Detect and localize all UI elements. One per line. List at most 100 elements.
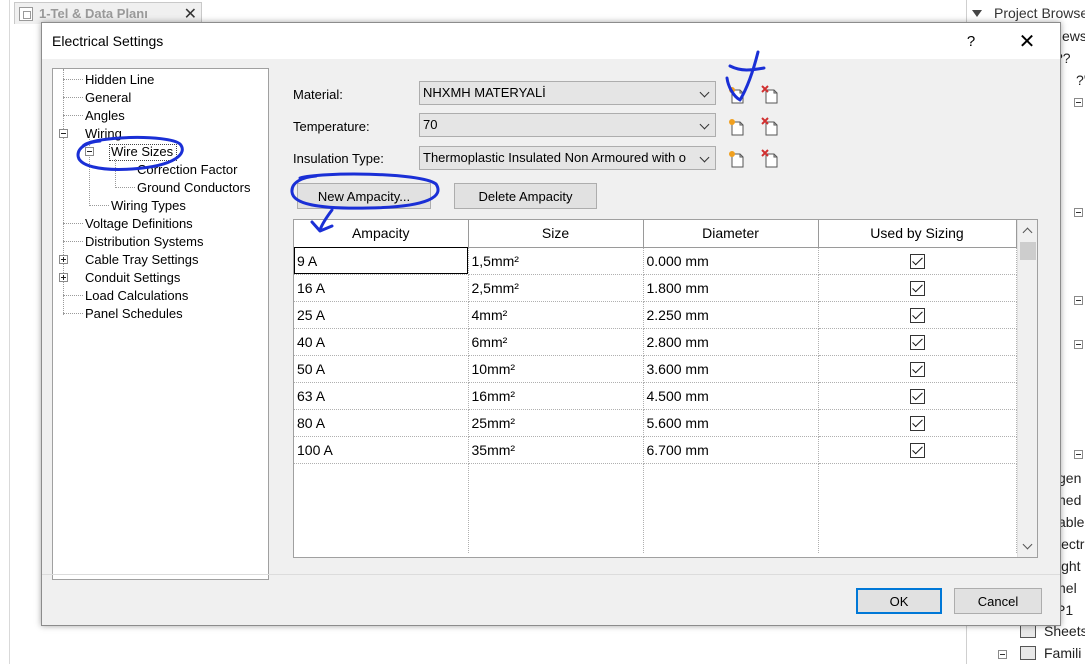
collapse-icon[interactable] xyxy=(998,650,1007,659)
material-select[interactable]: NHXMH MATERYALİ xyxy=(419,81,716,105)
ampacity-cell[interactable]: 100 A xyxy=(294,436,469,464)
size-cell[interactable]: 10mm² xyxy=(468,355,644,383)
cancel-button[interactable]: Cancel xyxy=(954,588,1042,614)
new-material-button[interactable] xyxy=(725,83,749,107)
used-by-sizing-checkbox[interactable] xyxy=(909,415,925,431)
collapse-icon[interactable] xyxy=(1074,98,1083,107)
diameter-cell[interactable]: 2.250 mm xyxy=(643,301,819,329)
tree-item-general[interactable]: General xyxy=(85,90,131,105)
collapse-icon[interactable] xyxy=(1074,208,1083,217)
wiring-collapse-icon[interactable] xyxy=(59,129,68,138)
tree-connector xyxy=(115,159,116,188)
tree-item-hidden-line[interactable]: Hidden Line xyxy=(85,72,154,87)
diameter-cell[interactable]: 5.600 mm xyxy=(643,409,819,437)
size-cell[interactable]: 2,5mm² xyxy=(468,274,644,302)
tree-item-load-calculations[interactable]: Load Calculations xyxy=(85,288,188,303)
browser-tree-fragment[interactable]: ?' xyxy=(1076,72,1085,88)
dialog-close-button[interactable]: ✕ xyxy=(1012,28,1042,54)
view-tab[interactable]: 1-Tel & Data Planı ✕ xyxy=(14,2,202,24)
chevron-down-icon xyxy=(699,87,710,98)
ampacity-cell[interactable]: 40 A xyxy=(294,328,469,356)
tree-item-wire-sizes[interactable]: Wire Sizes xyxy=(111,144,173,159)
diameter-cell[interactable]: 3.600 mm xyxy=(643,355,819,383)
column-header-used-by-sizing[interactable]: Used by Sizing xyxy=(818,220,1017,248)
browser-tree-fragment[interactable]: ews xyxy=(1062,28,1085,44)
tree-item-ground-conductors[interactable]: Ground Conductors xyxy=(137,180,250,195)
used-by-sizing-checkbox[interactable] xyxy=(909,388,925,404)
tree-item-conduit-settings[interactable]: Conduit Settings xyxy=(85,270,180,285)
collapse-icon[interactable] xyxy=(1074,296,1083,305)
tree-item-voltage-definitions[interactable]: Voltage Definitions xyxy=(85,216,193,231)
delete-ampacity-button[interactable]: Delete Ampacity xyxy=(454,183,597,209)
ampacity-cell[interactable]: 63 A xyxy=(294,382,469,410)
tree-item-distribution-systems[interactable]: Distribution Systems xyxy=(85,234,203,249)
diameter-cell[interactable]: 1.800 mm xyxy=(643,274,819,302)
size-cell[interactable]: 4mm² xyxy=(468,301,644,329)
ampacity-cell[interactable]: 50 A xyxy=(294,355,469,383)
scroll-down-icon[interactable] xyxy=(1022,539,1033,550)
new-item-icon xyxy=(729,151,744,168)
new-ampacity-button[interactable]: New Ampacity... xyxy=(297,183,431,209)
collapse-icon[interactable] xyxy=(1074,340,1083,349)
ok-button[interactable]: OK xyxy=(856,588,942,614)
help-button[interactable]: ? xyxy=(956,28,986,54)
scroll-up-icon[interactable] xyxy=(1022,227,1033,238)
table-scrollbar[interactable] xyxy=(1017,220,1037,557)
tree-item-wiring[interactable]: Wiring xyxy=(85,126,122,141)
diameter-cell[interactable]: 0.000 mm xyxy=(643,247,819,275)
browser-tree-fragment[interactable]: ight xyxy=(1058,558,1081,574)
size-cell[interactable]: 25mm² xyxy=(468,409,644,437)
column-header-ampacity[interactable]: Ampacity xyxy=(294,220,469,248)
insulation-type-label: Insulation Type: xyxy=(293,151,384,166)
diameter-cell[interactable]: 6.700 mm xyxy=(643,436,819,464)
browser-tree-fragment[interactable]: able xyxy=(1058,514,1084,530)
new-temperature-button[interactable] xyxy=(725,115,749,139)
ampacity-cell[interactable]: 16 A xyxy=(294,274,469,302)
ampacity-cell[interactable]: 25 A xyxy=(294,301,469,329)
delete-item-icon xyxy=(761,117,778,136)
insulation-type-select[interactable]: Thermoplastic Insulated Non Armoured wit… xyxy=(419,146,716,170)
used-by-sizing-checkbox[interactable] xyxy=(909,442,925,458)
column-header-diameter[interactable]: Diameter xyxy=(643,220,819,248)
delete-temperature-button[interactable] xyxy=(759,115,783,139)
wire-sizes-collapse-icon[interactable] xyxy=(85,147,94,156)
delete-insulation-button[interactable] xyxy=(759,147,783,171)
close-icon[interactable]: ✕ xyxy=(184,4,197,24)
expand-icon[interactable] xyxy=(1074,450,1083,459)
column-header-size[interactable]: Size xyxy=(468,220,644,248)
used-by-sizing-cell xyxy=(818,436,1017,464)
temperature-select[interactable]: 70 xyxy=(419,113,716,137)
browser-tree-fragment[interactable]: hed xyxy=(1058,492,1081,508)
delete-material-button[interactable] xyxy=(759,83,783,107)
used-by-sizing-checkbox[interactable] xyxy=(909,334,925,350)
tree-connector xyxy=(63,295,83,296)
tree-item-panel-schedules[interactable]: Panel Schedules xyxy=(85,306,183,321)
scroll-thumb[interactable] xyxy=(1020,242,1036,260)
diameter-cell[interactable]: 2.800 mm xyxy=(643,328,819,356)
browser-tree-fragment[interactable]: lectr xyxy=(1058,536,1084,552)
dropdown-triangle-icon[interactable] xyxy=(972,9,982,17)
cable-tray-expand-icon[interactable] xyxy=(59,255,68,264)
used-by-sizing-checkbox[interactable] xyxy=(909,361,925,377)
used-by-sizing-checkbox[interactable] xyxy=(909,280,925,296)
chevron-down-icon xyxy=(699,152,710,163)
ampacity-cell[interactable]: 80 A xyxy=(294,409,469,437)
diameter-cell[interactable]: 4.500 mm xyxy=(643,382,819,410)
browser-tree-families[interactable]: Famili xyxy=(1044,645,1081,661)
used-by-sizing-checkbox[interactable] xyxy=(909,253,925,269)
size-cell[interactable]: 1,5mm² xyxy=(468,247,644,275)
conduit-expand-icon[interactable] xyxy=(59,273,68,282)
used-by-sizing-checkbox[interactable] xyxy=(909,307,925,323)
ampacity-cell[interactable]: 9 A xyxy=(294,247,469,275)
tree-item-angles[interactable]: Angles xyxy=(85,108,125,123)
size-cell[interactable]: 35mm² xyxy=(468,436,644,464)
tree-item-correction-factor[interactable]: Correction Factor xyxy=(137,162,237,177)
browser-tree-fragment[interactable]: gen xyxy=(1058,470,1081,486)
insulation-type-select-value: Thermoplastic Insulated Non Armoured wit… xyxy=(423,150,687,165)
size-cell[interactable]: 16mm² xyxy=(468,382,644,410)
new-insulation-button[interactable] xyxy=(725,147,749,171)
tree-item-wiring-types[interactable]: Wiring Types xyxy=(111,198,186,213)
electrical-settings-dialog: Electrical Settings ? ✕ Hidden Line Gene… xyxy=(41,22,1061,626)
size-cell[interactable]: 6mm² xyxy=(468,328,644,356)
tree-item-cable-tray-settings[interactable]: Cable Tray Settings xyxy=(85,252,198,267)
